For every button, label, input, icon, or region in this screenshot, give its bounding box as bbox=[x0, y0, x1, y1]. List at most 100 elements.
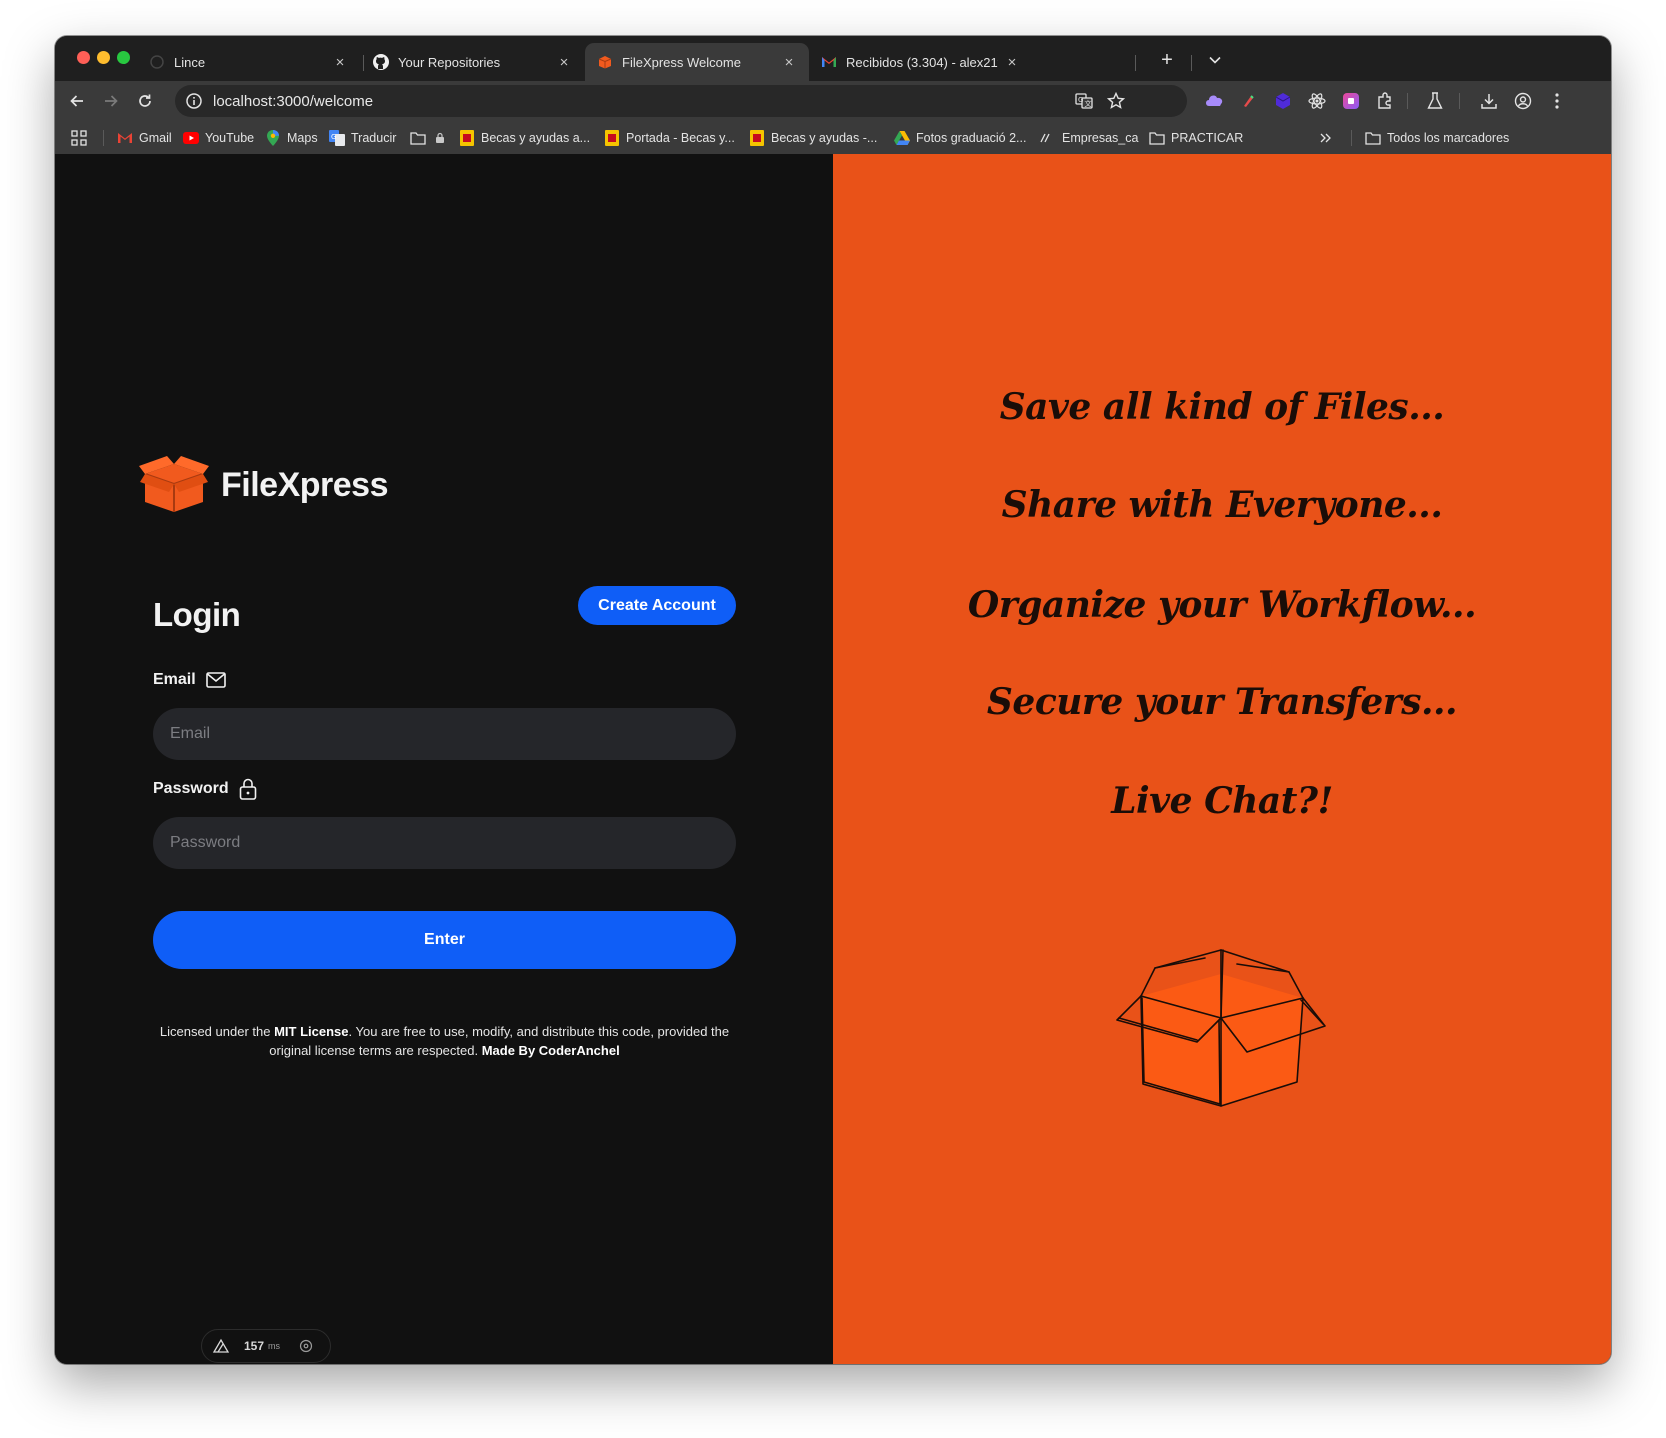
download-icon[interactable] bbox=[1479, 91, 1499, 111]
license-text: Licensed under the bbox=[159, 1024, 275, 1039]
open-box-illustration bbox=[1116, 949, 1326, 1107]
spain-coat-icon bbox=[749, 130, 765, 146]
translate-icon[interactable]: G文 bbox=[1075, 92, 1093, 110]
extensions-puzzle-icon[interactable] bbox=[1375, 91, 1395, 111]
tagline-secure: Secure your Transfers... bbox=[986, 681, 1458, 723]
create-account-button[interactable]: Create Account bbox=[578, 586, 736, 625]
tagline-save: Save all kind of Files... bbox=[999, 386, 1445, 428]
bookmark-label: Gmail bbox=[139, 131, 172, 145]
close-window-button[interactable] bbox=[77, 51, 90, 64]
bookmark-label: Maps bbox=[287, 131, 318, 145]
bookmark-fotos[interactable]: Fotos graduació 2... bbox=[894, 129, 1026, 147]
forward-arrow-icon[interactable] bbox=[99, 89, 123, 113]
bookmark-becas-1[interactable]: Becas y ayudas a... bbox=[459, 129, 590, 147]
tab-divider bbox=[1191, 55, 1192, 71]
bookmark-star-icon[interactable] bbox=[1106, 91, 1126, 110]
profile-avatar-icon[interactable] bbox=[1513, 91, 1533, 111]
bookmark-label: PRACTICAR bbox=[1171, 131, 1244, 145]
tab-filexpress-welcome[interactable]: FileXpress Welcome × bbox=[585, 43, 809, 81]
tab-title: Lince bbox=[174, 54, 206, 70]
all-bookmarks[interactable]: Todos los marcadores bbox=[1365, 129, 1509, 147]
browser-toolbar: localhost:3000/welcome G文 bbox=[55, 81, 1611, 121]
filexpress-logo-icon bbox=[139, 456, 209, 512]
tab-your-repositories[interactable]: Your Repositories × bbox=[361, 43, 584, 81]
password-field[interactable] bbox=[153, 817, 736, 869]
email-label: Email bbox=[153, 669, 228, 691]
tagline-organize: Organize your Workflow... bbox=[967, 584, 1477, 626]
back-arrow-icon[interactable] bbox=[65, 89, 89, 113]
bookmark-becas-2[interactable]: Portada - Becas y... bbox=[604, 129, 735, 147]
bookmark-label: Todos los marcadores bbox=[1387, 131, 1510, 145]
bookmark-label: Portada - Becas y... bbox=[626, 131, 735, 145]
login-title: Login bbox=[153, 596, 241, 633]
lock-small-icon bbox=[432, 130, 448, 146]
svg-text:G: G bbox=[331, 133, 336, 141]
tab-title: Your Repositories bbox=[398, 54, 501, 70]
extension-cloud-icon[interactable] bbox=[1205, 91, 1225, 111]
toolbar-divider bbox=[1407, 93, 1408, 109]
page-viewport: FileXpress Login Create Account Email Pa… bbox=[55, 154, 1611, 1364]
bookmark-gmail[interactable]: Gmail bbox=[117, 129, 172, 147]
email-field[interactable] bbox=[153, 708, 736, 760]
gmail-icon bbox=[821, 54, 837, 70]
login-panel: FileXpress Login Create Account Email Pa… bbox=[55, 154, 833, 1364]
labs-flask-icon[interactable] bbox=[1425, 91, 1445, 111]
extension-pen-icon[interactable] bbox=[1239, 91, 1259, 111]
youtube-icon bbox=[183, 130, 199, 146]
bookmark-practicar[interactable]: PRACTICAR bbox=[1149, 129, 1243, 147]
spain-coat-icon bbox=[459, 130, 475, 146]
bookmark-label: Empresas_ca bbox=[1062, 131, 1139, 145]
new-tab-button[interactable]: + bbox=[1155, 48, 1179, 72]
tab-title: Recibidos (3.304) - alex21fd@ bbox=[846, 54, 998, 70]
close-tab-icon[interactable]: × bbox=[556, 54, 572, 71]
bookmark-label: Becas y ayudas -... bbox=[771, 131, 878, 145]
svg-text:G: G bbox=[1078, 96, 1083, 104]
menu-kebab-icon[interactable] bbox=[1547, 91, 1567, 111]
bookmark-becas-3[interactable]: Becas y ayudas -... bbox=[749, 129, 877, 147]
bookmark-empresas[interactable]: Empresas_ca bbox=[1040, 129, 1138, 147]
next-dev-triangle-icon bbox=[212, 1338, 230, 1353]
dev-tools-badge[interactable]: 157 ms bbox=[201, 1329, 331, 1363]
site-info-icon[interactable] bbox=[185, 92, 203, 110]
tab-strip: Lince × Your Repositories × FileXpress W… bbox=[55, 36, 1611, 81]
bookmark-youtube[interactable]: YouTube bbox=[183, 129, 254, 147]
tab-lince[interactable]: Lince × bbox=[137, 43, 360, 81]
bookmark-folder-unnamed[interactable] bbox=[410, 129, 454, 147]
apps-grid-icon[interactable] bbox=[71, 129, 87, 147]
minimize-window-button[interactable] bbox=[97, 51, 110, 64]
address-bar[interactable]: localhost:3000/welcome G文 bbox=[175, 85, 1187, 117]
browser-window: Lince × Your Repositories × FileXpress W… bbox=[55, 36, 1611, 1364]
lock-icon bbox=[239, 778, 261, 800]
tab-search-chevron-icon[interactable] bbox=[1203, 48, 1227, 72]
lince-icon bbox=[149, 54, 165, 70]
license-name: MIT License bbox=[274, 1024, 349, 1039]
reload-icon[interactable] bbox=[133, 89, 157, 113]
more-bookmarks-chevron-icon[interactable] bbox=[1319, 129, 1333, 147]
bookmark-label: YouTube bbox=[205, 131, 255, 145]
bookmark-label: Traducir bbox=[351, 131, 397, 145]
password-label-text: Password bbox=[153, 780, 229, 797]
react-devtools-icon[interactable] bbox=[1307, 91, 1327, 111]
maximize-window-button[interactable] bbox=[117, 51, 130, 64]
password-label: Password bbox=[153, 778, 261, 800]
brand-name: FileXpress bbox=[221, 465, 388, 504]
spain-coat-icon bbox=[604, 130, 620, 146]
bookmark-divider bbox=[103, 130, 104, 146]
bookmark-maps[interactable]: Maps bbox=[265, 129, 318, 147]
url-text[interactable]: localhost:3000/welcome bbox=[213, 93, 373, 110]
close-tab-icon[interactable]: × bbox=[1004, 54, 1020, 71]
github-icon bbox=[373, 54, 389, 70]
enter-button[interactable]: Enter bbox=[153, 911, 736, 969]
extension-cube-icon[interactable] bbox=[1273, 91, 1293, 111]
close-tab-icon[interactable]: × bbox=[781, 54, 797, 71]
extension-gradient-icon[interactable] bbox=[1341, 91, 1361, 111]
empresas-icon bbox=[1040, 130, 1056, 146]
close-tab-icon[interactable]: × bbox=[332, 54, 348, 71]
bookmark-label: Fotos graduació 2... bbox=[916, 131, 1027, 145]
drive-icon bbox=[894, 130, 910, 146]
bookmark-traducir[interactable]: G Traducir bbox=[329, 129, 396, 147]
settings-gear-icon[interactable] bbox=[298, 1338, 314, 1354]
tab-divider bbox=[1135, 55, 1136, 71]
render-time-unit: ms bbox=[268, 1341, 281, 1351]
tab-gmail-inbox[interactable]: Recibidos (3.304) - alex21fd@ × bbox=[809, 43, 1032, 81]
